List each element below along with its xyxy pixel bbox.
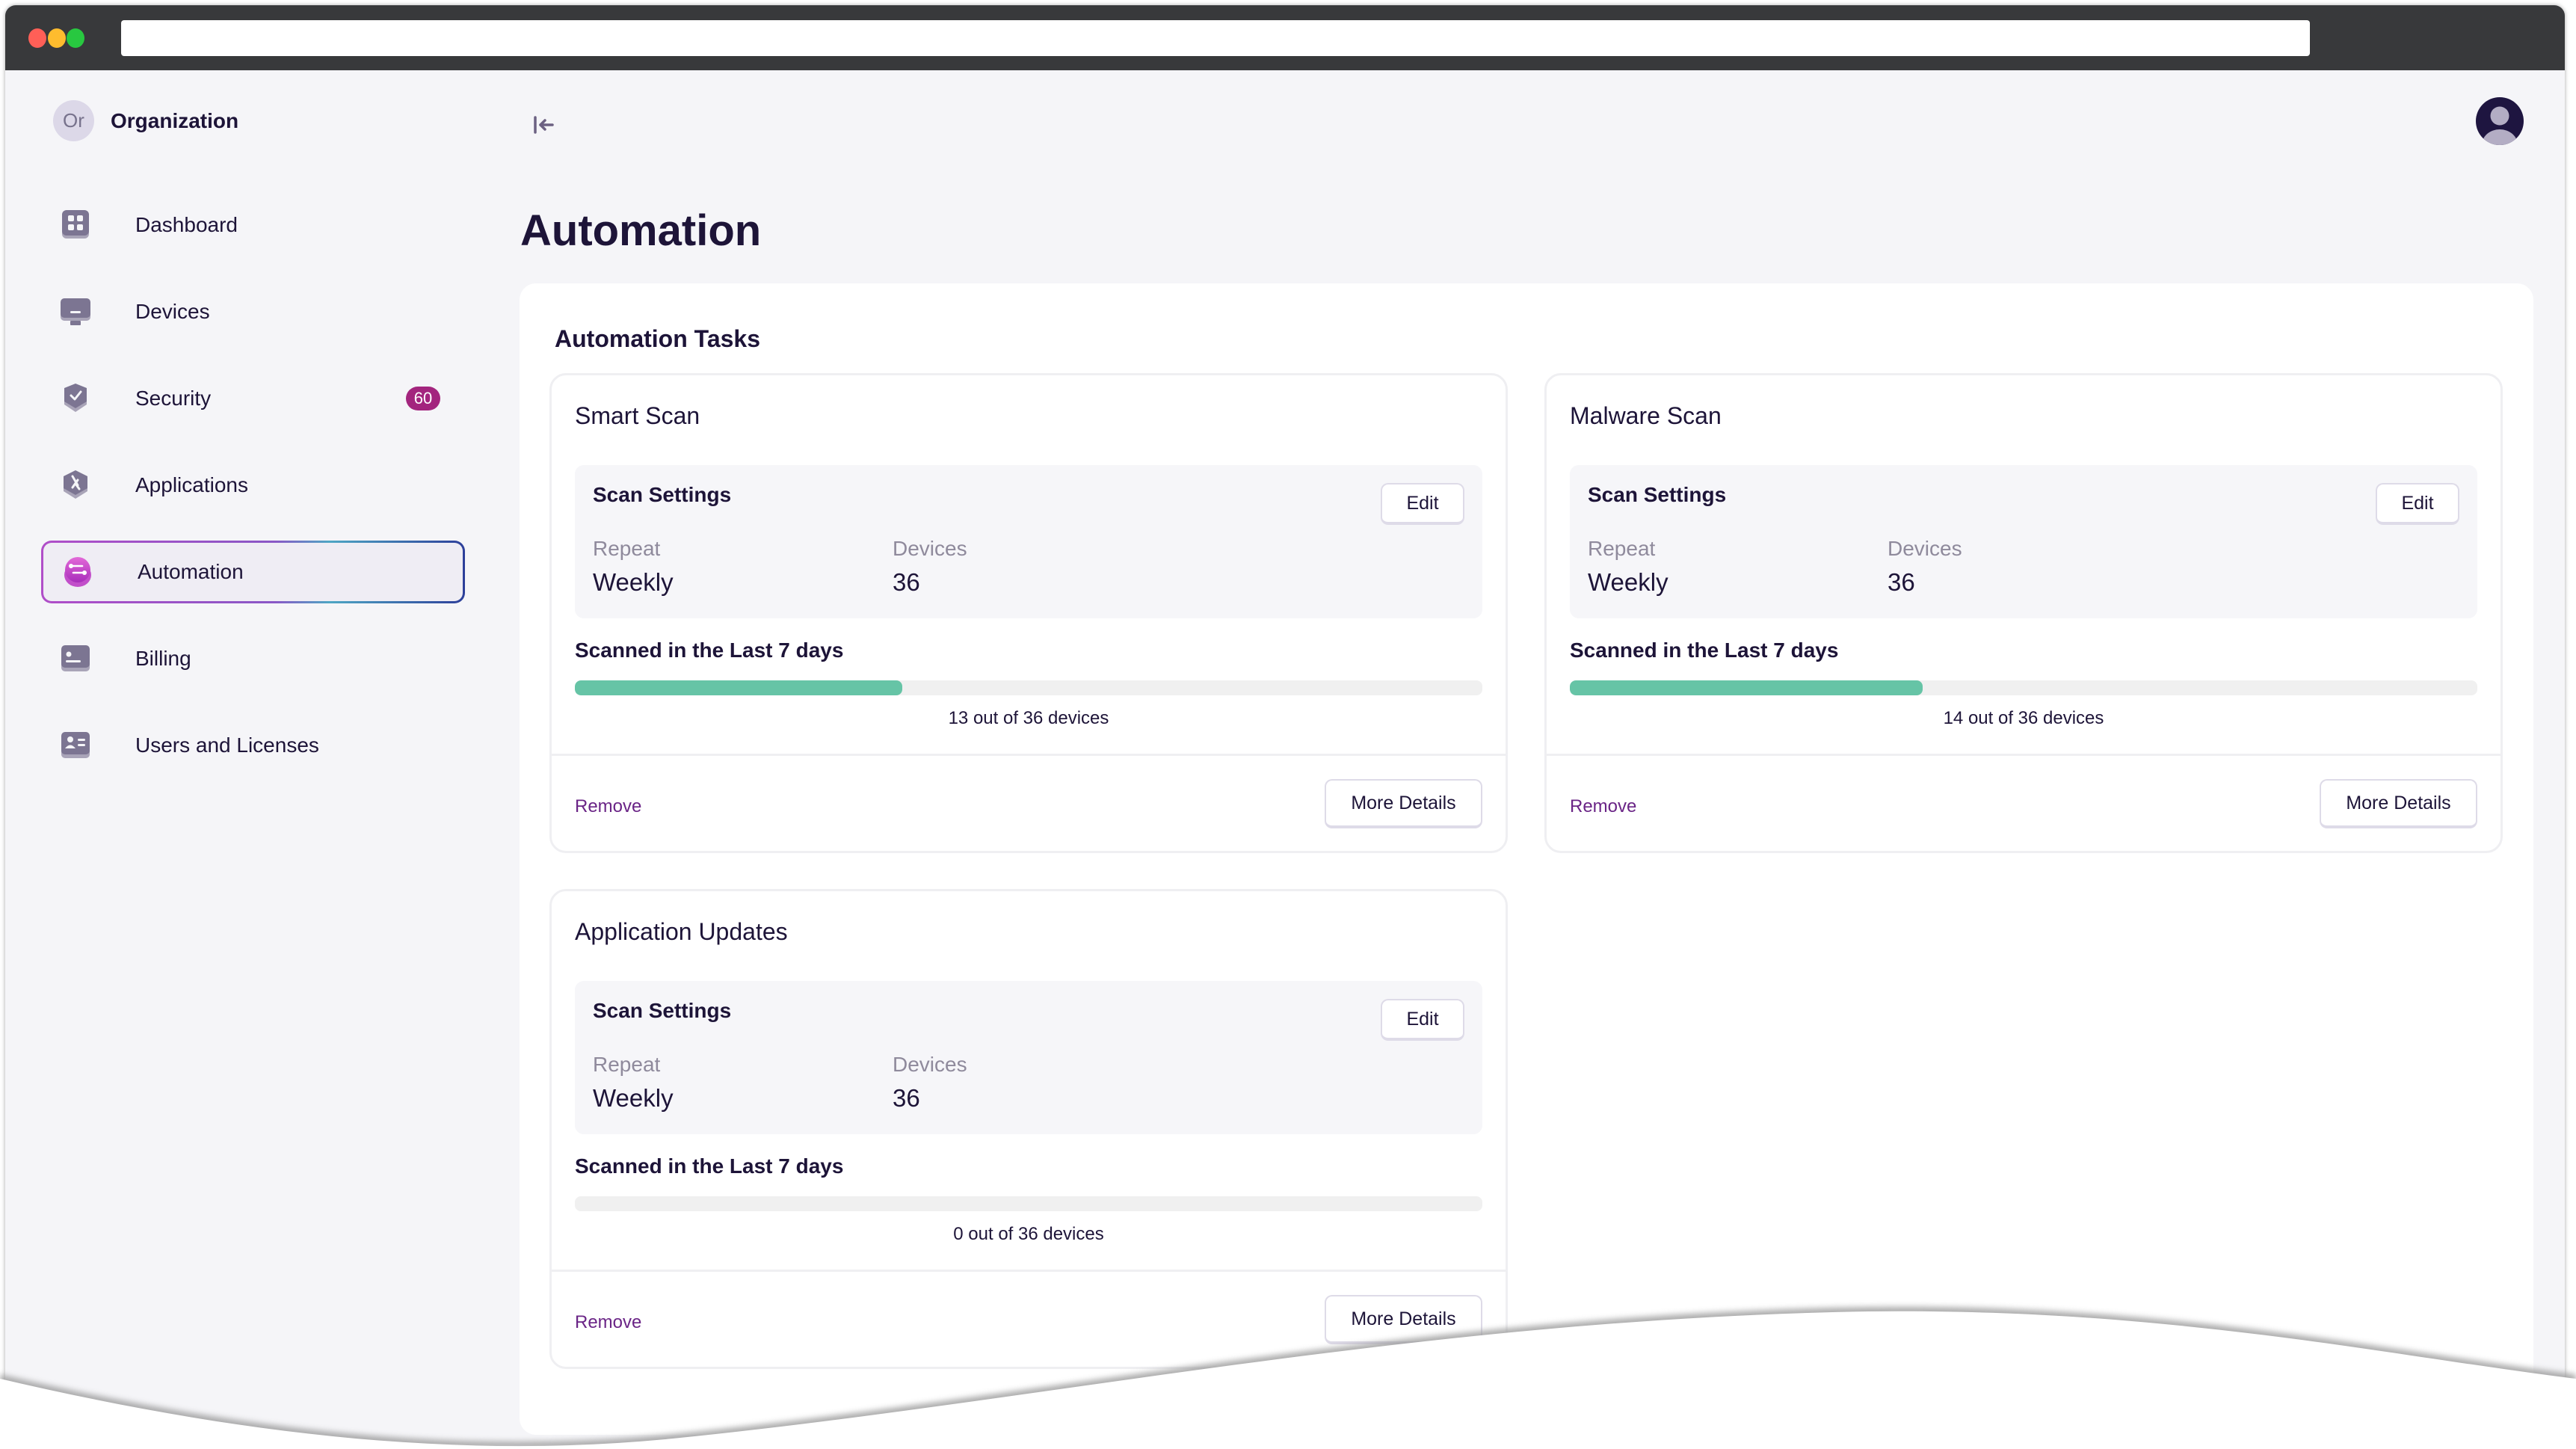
edit-button[interactable]: Edit [1381, 483, 1464, 525]
section-title: Automation Tasks [555, 325, 760, 352]
scan-settings-title: Scan Settings [593, 999, 732, 1022]
organization-name: Organization [111, 108, 239, 132]
devices-label: Devices [1888, 537, 1962, 560]
more-details-button[interactable]: More Details [1325, 1295, 1482, 1344]
scan-settings-title: Scan Settings [593, 483, 732, 506]
devices-value: 36 [1888, 568, 1915, 596]
repeat-label: Repeat [593, 537, 661, 560]
dashboard-icon [59, 209, 92, 242]
scan-settings-box: Scan Settings Edit Repeat Weekly Devices… [575, 981, 1482, 1134]
task-name: Smart Scan [575, 402, 700, 429]
scan-progress-fill [1570, 680, 1923, 695]
task-name: Application Updates [575, 918, 788, 945]
scanned-count: 0 out of 36 devices [953, 1224, 1104, 1244]
repeat-label: Repeat [593, 1053, 661, 1076]
page-title: Automation [520, 206, 762, 255]
sidebar-nav: Dashboard Devices Security 60 Applicatio… [41, 194, 465, 801]
devices-label: Devices [893, 537, 967, 560]
edit-button[interactable]: Edit [1381, 999, 1464, 1041]
organization-switcher[interactable]: Or Organization [53, 100, 238, 141]
sidebar-item-label: Applications [135, 473, 248, 496]
browser-titlebar [5, 5, 2565, 70]
devices-value: 36 [893, 1084, 920, 1112]
remove-link[interactable]: Remove [575, 796, 641, 817]
sidebar-item-automation[interactable]: Automation [41, 541, 465, 603]
security-count-badge: 60 [406, 387, 440, 410]
sidebar-item-label: Devices [135, 300, 210, 323]
monitor-icon [59, 295, 92, 328]
scan-progress-fill [575, 680, 903, 695]
automation-icon [61, 556, 94, 588]
sidebar-item-billing[interactable]: Billing [41, 627, 465, 690]
scanned-count: 13 out of 36 devices [948, 708, 1109, 728]
scan-settings-title: Scan Settings [1588, 483, 1727, 506]
close-window-button[interactable] [28, 28, 46, 48]
scan-progress-bar [575, 1196, 1482, 1211]
scanned-title: Scanned in the Last 7 days [1570, 639, 1839, 662]
edit-button[interactable]: Edit [2376, 483, 2459, 525]
scanned-count: 14 out of 36 devices [1943, 708, 2104, 728]
devices-label: Devices [893, 1053, 967, 1076]
sidebar-item-label: Automation [138, 560, 244, 583]
applications-icon [59, 469, 92, 502]
browser-window: Or Organization Dashboard Devices Securi… [5, 5, 2565, 1449]
sidebar-item-dashboard[interactable]: Dashboard [41, 194, 465, 256]
billing-card-icon [59, 642, 92, 675]
maximize-window-button[interactable] [67, 28, 84, 48]
sidebar-item-users-and-licenses[interactable]: Users and Licenses [41, 714, 465, 777]
remove-link[interactable]: Remove [1570, 796, 1636, 817]
task-card-malware-scan: Malware Scan Scan Settings Edit Repeat W… [1544, 373, 2503, 853]
card-divider [552, 1270, 1506, 1272]
user-menu-button[interactable] [2476, 97, 2524, 145]
sidebar-item-applications[interactable]: Applications [41, 454, 465, 517]
user-id-card-icon [59, 729, 92, 762]
collapse-sidebar-icon [534, 116, 554, 134]
sidebar-item-security[interactable]: Security 60 [41, 367, 465, 430]
scan-settings-box: Scan Settings Edit Repeat Weekly Devices… [1570, 465, 2477, 618]
scan-progress-bar [575, 680, 1482, 695]
repeat-value: Weekly [593, 568, 674, 596]
scan-settings-box: Scan Settings Edit Repeat Weekly Devices… [575, 465, 1482, 618]
devices-value: 36 [893, 568, 920, 596]
sidebar-item-label: Users and Licenses [135, 733, 319, 757]
repeat-label: Repeat [1588, 537, 1656, 560]
address-bar[interactable] [121, 20, 2310, 56]
automation-tasks-panel: Automation Tasks Smart Scan Scan Setting… [520, 283, 2533, 1435]
task-name: Malware Scan [1570, 402, 1722, 429]
organization-avatar: Or [53, 100, 94, 141]
scan-progress-bar [1570, 680, 2477, 695]
collapse-sidebar-button[interactable] [529, 110, 558, 140]
shield-check-icon [59, 382, 92, 415]
repeat-value: Weekly [1588, 568, 1668, 596]
more-details-button[interactable]: More Details [2320, 779, 2477, 828]
sidebar-item-label: Security [135, 387, 212, 410]
sidebar-item-devices[interactable]: Devices [41, 280, 465, 343]
sidebar-item-label: Dashboard [135, 213, 238, 236]
card-divider [1547, 754, 2500, 756]
minimize-window-button[interactable] [48, 28, 66, 48]
task-card-smart-scan: Smart Scan Scan Settings Edit Repeat Wee… [549, 373, 1508, 853]
remove-link[interactable]: Remove [575, 1312, 641, 1333]
more-details-button[interactable]: More Details [1325, 779, 1482, 828]
scanned-title: Scanned in the Last 7 days [575, 1154, 844, 1178]
card-divider [552, 754, 1506, 756]
scanned-title: Scanned in the Last 7 days [575, 639, 844, 662]
sidebar-item-label: Billing [135, 647, 191, 670]
task-card-application-updates: Application Updates Scan Settings Edit R… [549, 889, 1508, 1369]
repeat-value: Weekly [593, 1084, 674, 1112]
user-avatar-icon [2476, 97, 2524, 145]
